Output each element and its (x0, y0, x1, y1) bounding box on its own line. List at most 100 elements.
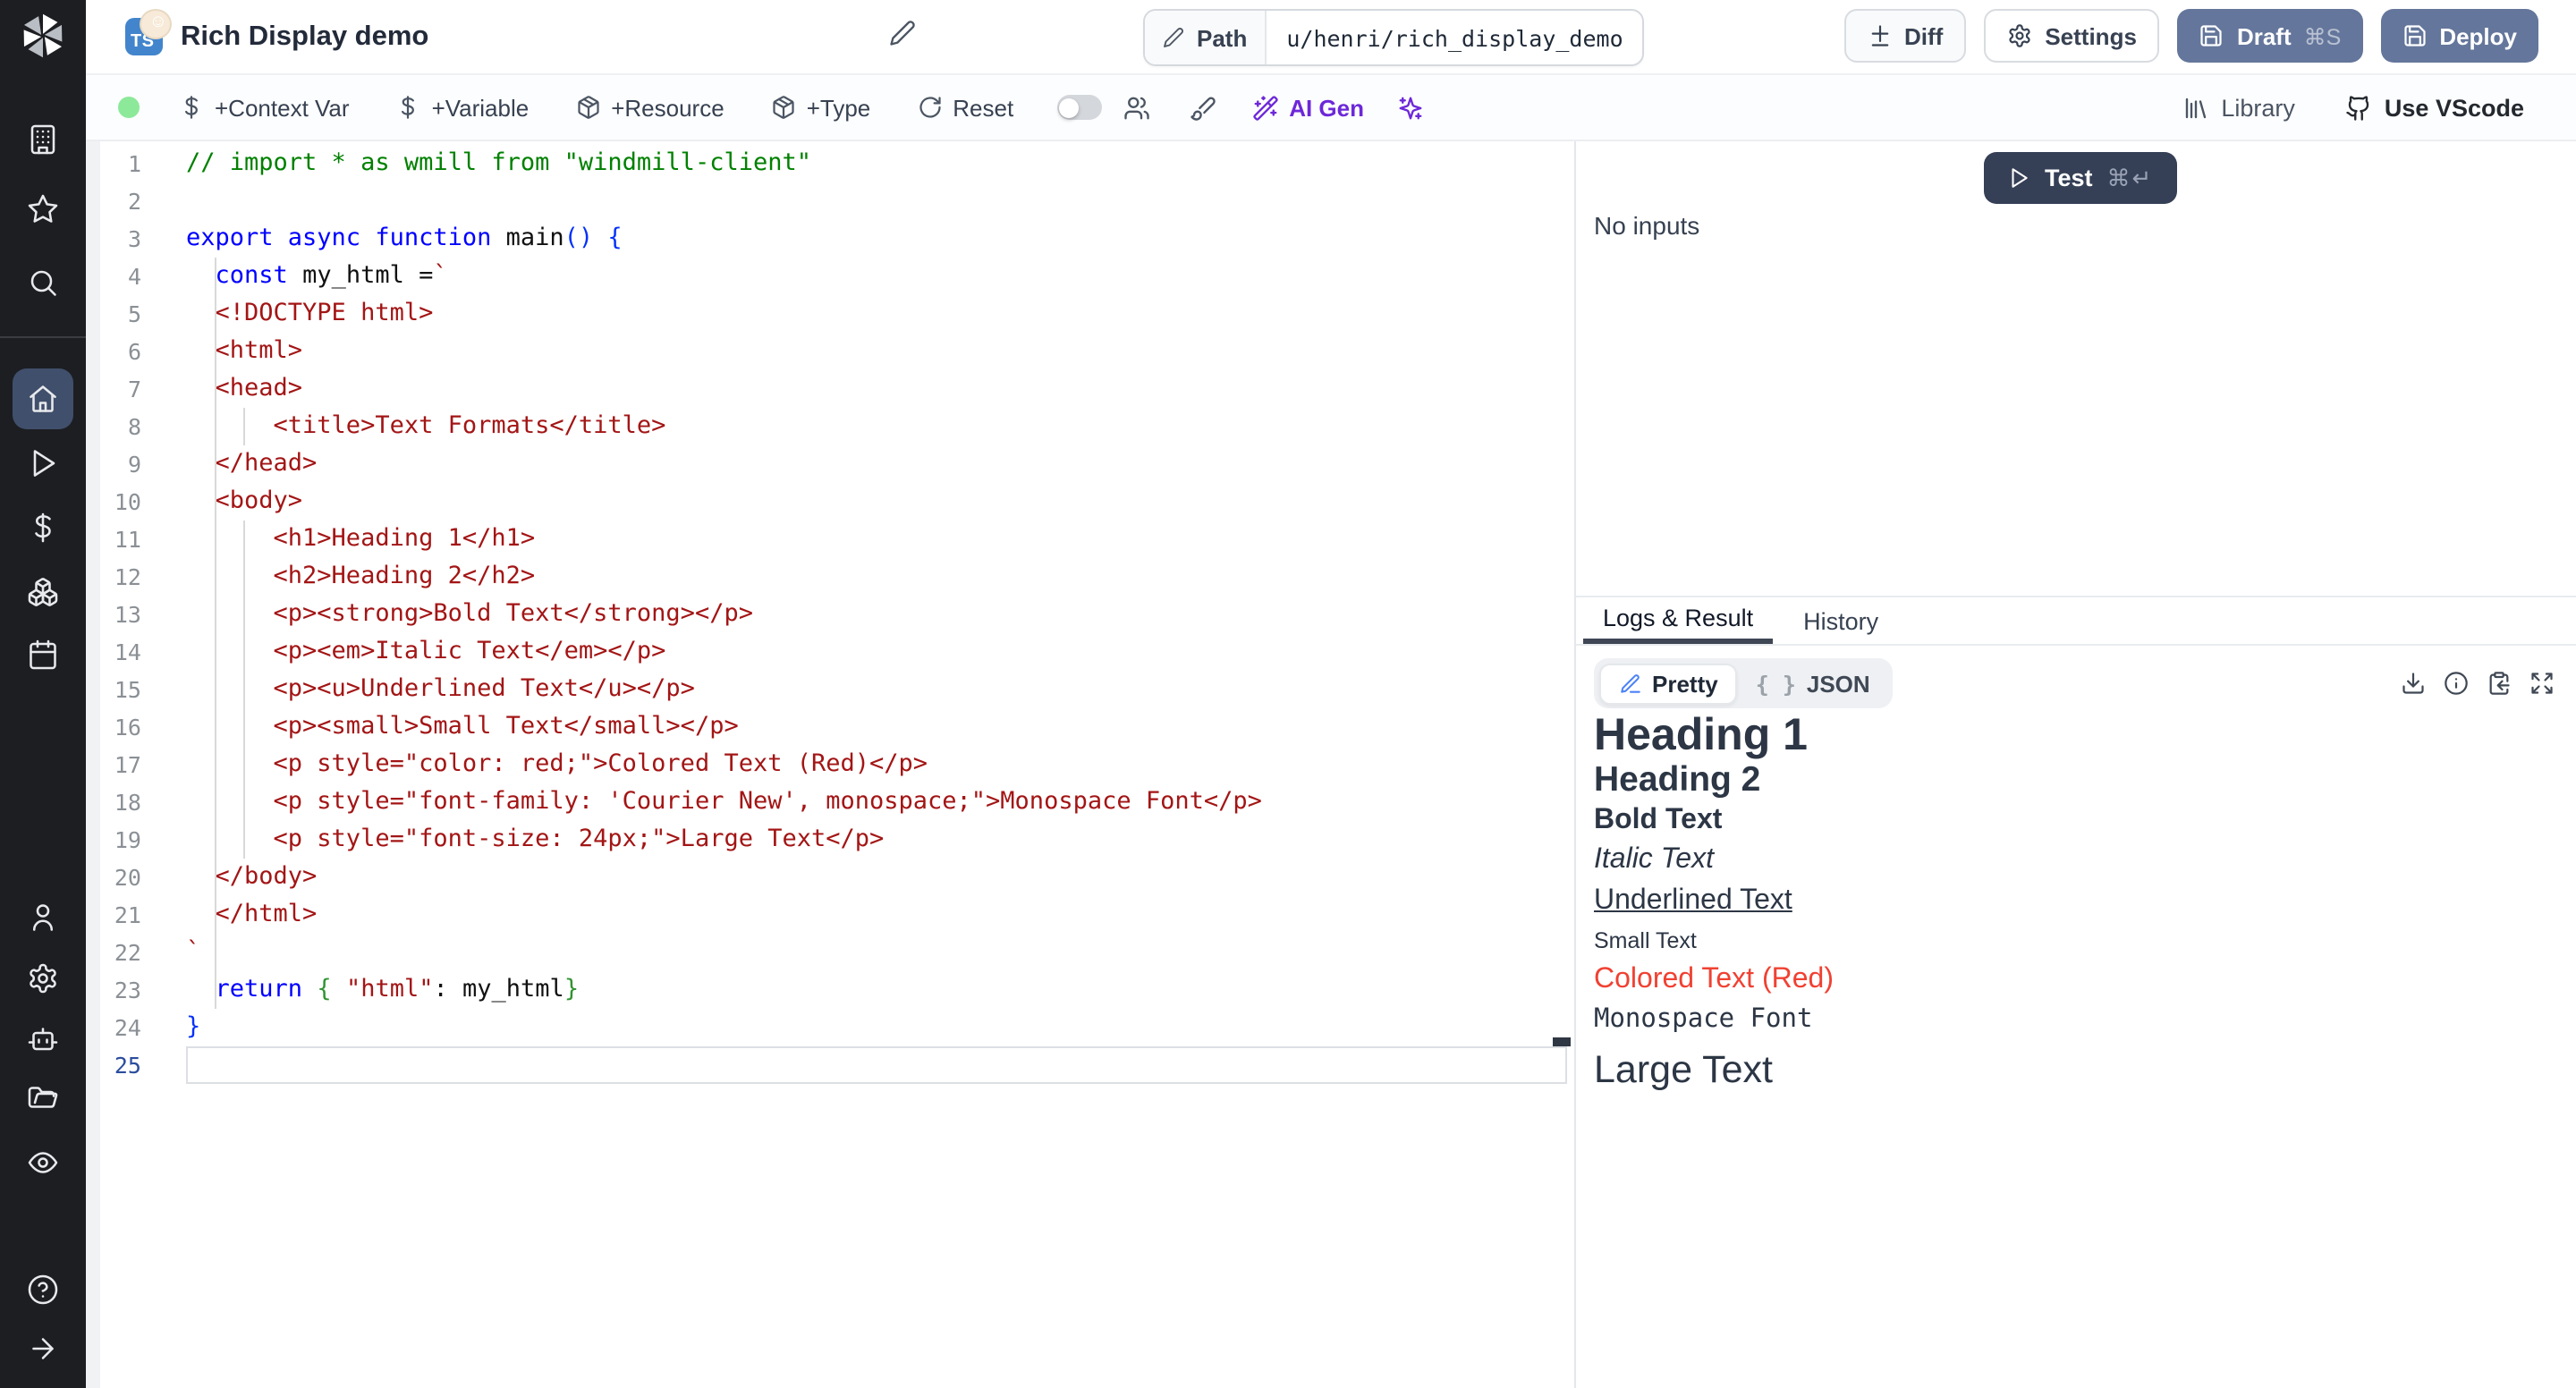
script-title: Rich Display demo (181, 21, 428, 53)
draft-shortcut: ⌘S (2304, 22, 2342, 49)
sidebar-divider (0, 336, 86, 338)
view-mode-pretty[interactable]: Pretty (1598, 663, 1738, 704)
library-button[interactable]: Library (2182, 94, 2295, 121)
sparkles-icon[interactable] (1396, 94, 1423, 121)
settings-button[interactable]: Settings (1984, 9, 2160, 63)
sidebar-item-workers[interactable] (0, 1016, 86, 1066)
code-editor[interactable]: 1// import * as wmill from "windmill-cli… (86, 141, 1576, 1388)
sidebar-item-variables[interactable] (0, 503, 86, 553)
sidebar-item-schedules[interactable] (0, 630, 86, 680)
code-line-6[interactable]: <html> (186, 332, 1567, 369)
code-line-10[interactable]: <body> (186, 482, 1567, 520)
code-line-15[interactable]: <p><u>Underlined Text</u></p> (186, 670, 1567, 707)
add-variable-button[interactable]: +Variable (396, 94, 530, 121)
add-resource-button[interactable]: +Resource (575, 94, 724, 121)
users-icon[interactable] (1123, 94, 1149, 121)
windmill-logo-icon[interactable] (0, 13, 86, 59)
code-line-16[interactable]: <p><small>Small Text</small></p> (186, 707, 1567, 745)
reset-button[interactable]: Reset (917, 94, 1013, 121)
braces-icon: { } (1756, 670, 1796, 697)
code-line-7[interactable]: <head> (186, 369, 1567, 407)
sidebar-item-resources[interactable] (0, 567, 86, 617)
view-mode-json[interactable]: { } JSON (1738, 663, 1888, 704)
logs-section: Logs & Result History Pretty { } JSON (1576, 597, 2576, 1388)
ai-gen-button[interactable]: AI Gen (1251, 94, 1364, 121)
dollar-icon (27, 512, 59, 544)
info-icon[interactable] (2444, 671, 2469, 696)
code-line-4[interactable]: const my_html =` (186, 257, 1567, 294)
eye-icon (27, 1147, 59, 1179)
diff-button[interactable]: Diff (1843, 9, 1966, 63)
tab-logs-and-result[interactable]: Logs & Result (1583, 597, 1773, 644)
diff-icon (1867, 23, 1892, 48)
code-line-24[interactable]: } (186, 1008, 1567, 1045)
draft-button[interactable]: Draft ⌘S (2178, 9, 2362, 63)
package-icon (575, 95, 600, 120)
sidebar-item-settings[interactable] (0, 953, 86, 1003)
save-icon (2199, 23, 2224, 48)
deploy-button[interactable]: Deploy (2380, 9, 2538, 63)
edit-summary-pencil-icon[interactable] (889, 20, 916, 47)
inputs-section: Test ⌘↵ No inputs (1576, 141, 2576, 597)
code-line-9[interactable]: </head> (186, 444, 1567, 482)
sidebar-item-help[interactable] (0, 1265, 86, 1315)
code-line-1[interactable]: // import * as wmill from "windmill-clie… (186, 144, 1567, 182)
code-line-11[interactable]: <h1>Heading 1</h1> (186, 520, 1567, 557)
code-line-3[interactable]: export async function main() { (186, 219, 1567, 257)
line-number: 9 (86, 444, 141, 482)
code-line-5[interactable]: <!DOCTYPE html> (186, 294, 1567, 332)
code-line-2[interactable] (186, 182, 1567, 219)
path-field[interactable]: Path u/henri/rich_display_demo (1143, 9, 1645, 66)
indent-guide (243, 407, 245, 444)
code-line-18[interactable]: <p style="font-family: 'Courier New', mo… (186, 783, 1567, 820)
expand-icon[interactable] (2529, 671, 2555, 696)
code-line-19[interactable]: <p style="font-size: 24px;">Large Text</… (186, 820, 1567, 858)
copy-to-clipboard-icon[interactable] (2487, 671, 2512, 696)
code-line-13[interactable]: <p><strong>Bold Text</strong></p> (186, 595, 1567, 632)
sidebar-item-workspace[interactable] (0, 114, 86, 165)
view-mode-switch: Pretty { } JSON (1594, 658, 1893, 708)
add-context-var-button[interactable]: +Context Var (179, 94, 350, 121)
star-icon (27, 193, 59, 225)
result-item-mono: Monospace Font (1594, 1000, 2555, 1041)
add-type-button[interactable]: +Type (771, 94, 871, 121)
line-number: 3 (86, 219, 141, 257)
sidebar-item-account[interactable] (0, 893, 86, 943)
tab-history[interactable]: History (1784, 597, 1898, 644)
sidebar-item-search[interactable] (0, 258, 86, 308)
download-icon[interactable] (2401, 671, 2426, 696)
script-emoji-badge: ☺ (140, 9, 172, 39)
sidebar-item-home[interactable] (13, 368, 73, 429)
test-button[interactable]: Test ⌘↵ (1984, 152, 2176, 204)
arrow-right-icon (27, 1333, 59, 1365)
sidebar-item-runs[interactable] (0, 438, 86, 488)
home-icon (27, 383, 59, 415)
windmill-script-editor: TS ☺ Rich Display demo Path u/henri/rich… (0, 0, 2576, 1388)
assistant-toggle[interactable] (1056, 95, 1101, 120)
sidebar-item-expand-sidebar[interactable] (0, 1324, 86, 1374)
path-value[interactable]: u/henri/rich_display_demo (1267, 11, 1642, 64)
result-item-h1: Heading 1 (1594, 712, 2555, 758)
code-line-23[interactable]: return { "html": my_html} (186, 970, 1567, 1008)
code-line-12[interactable]: <h2>Heading 2</h2> (186, 557, 1567, 595)
code-line-8[interactable]: <title>Text Formats</title> (186, 407, 1567, 444)
code-line-21[interactable]: </html> (186, 895, 1567, 933)
sidebar-item-audit-logs[interactable] (0, 1138, 86, 1188)
code-line-22[interactable]: ` (186, 933, 1567, 970)
wand-icon (1251, 94, 1278, 121)
content: 1// import * as wmill from "windmill-cli… (86, 141, 2576, 1388)
line-number: 11 (86, 520, 141, 557)
code-line-20[interactable]: </body> (186, 858, 1567, 895)
line-number: 19 (86, 820, 141, 858)
code-line-14[interactable]: <p><em>Italic Text</em></p> (186, 632, 1567, 670)
sidebar-item-folders[interactable] (0, 1075, 86, 1125)
folder-open-icon (27, 1084, 59, 1116)
result-toolbar: Pretty { } JSON (1576, 658, 2576, 708)
format-brush-icon[interactable] (1189, 94, 1216, 121)
use-vscode-button[interactable]: Use VScode (2345, 94, 2524, 121)
line-number: 10 (86, 482, 141, 520)
typescript-language-badge: TS ☺ (125, 18, 163, 55)
sidebar-item-favorites[interactable] (0, 184, 86, 234)
code-line-17[interactable]: <p style="color: red;">Colored Text (Red… (186, 745, 1567, 783)
current-line-highlight (186, 1045, 1567, 1083)
